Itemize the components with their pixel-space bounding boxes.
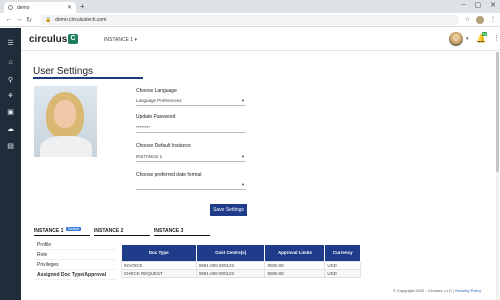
sidebar: ☰ ⌂ ⚲ ⚘ ▣ ☁ ▤ — [0, 28, 21, 300]
menu-item-role[interactable]: Role — [34, 250, 116, 260]
back-icon[interactable]: ← — [4, 16, 14, 23]
browser-toolbar: ← → ↻ 🔒 demo.circulustech.com ☆ ⋮ — [0, 13, 500, 27]
user-avatar[interactable] — [449, 32, 463, 46]
more-options-icon[interactable]: ⋮ — [493, 34, 500, 42]
lock-icon: 🔒 — [45, 16, 52, 23]
home-icon[interactable]: ⌂ — [6, 58, 15, 67]
dropdown-caret-icon: ▼ — [241, 98, 245, 103]
browser-profile-avatar[interactable] — [476, 15, 484, 24]
page-title: User Settings — [33, 66, 94, 77]
browser-tab[interactable]: demo ✕ — [4, 2, 76, 13]
tab-instance-2[interactable]: INSTANCE 2 — [94, 228, 123, 234]
approval-table: Doc Type Cost Centre(s) Approval Limits … — [121, 245, 361, 278]
scrollbar-thumb[interactable] — [496, 52, 499, 172]
profile-photo[interactable] — [34, 86, 97, 157]
language-select[interactable]: Language Preferences ▼ — [136, 97, 246, 106]
default-instance-select[interactable]: INSTANCE 1 ▼ — [136, 153, 246, 162]
reload-icon[interactable]: ↻ — [24, 16, 34, 24]
copyright-text: © Copyright 2020 - Circulus, LLC | — [393, 288, 454, 293]
instance-selector[interactable]: INSTANCE 1 ▾ — [104, 37, 137, 43]
menu-icon[interactable]: ☰ — [6, 38, 15, 47]
tab-instance-1[interactable]: INSTANCE 1 — [34, 228, 63, 234]
inbox-icon[interactable]: ▣ — [6, 107, 15, 116]
tab-underline — [94, 235, 150, 236]
table-cell: 9000.00 — [264, 268, 326, 278]
column-header[interactable]: Cost Centre(s) — [196, 245, 266, 261]
window-controls: – ▢ ✕ — [462, 1, 496, 9]
password-label: Update Password — [136, 114, 176, 120]
default-instance-value: INSTANCE 1 — [136, 154, 163, 159]
tab-underline — [34, 235, 90, 236]
address-bar[interactable]: 🔒 demo.circulustech.com — [40, 14, 459, 25]
security-policy-link[interactable]: Security Policy — [455, 288, 481, 293]
table-cell: USD — [324, 260, 361, 270]
column-header[interactable]: Currency — [324, 245, 361, 261]
browser-tab-title: demo — [17, 4, 30, 11]
language-label: Choose Language — [136, 88, 177, 94]
maximize-icon[interactable]: ▢ — [475, 1, 482, 9]
settings-menu: Profile Role Privileges Assigned Doc Typ… — [34, 240, 116, 280]
notification-badge: 10 — [482, 32, 488, 36]
instance-selector-label: INSTANCE 1 — [104, 37, 134, 43]
close-tab-icon[interactable]: ✕ — [67, 4, 72, 11]
document-icon[interactable]: ▤ — [6, 141, 15, 150]
tab-underline — [154, 235, 210, 236]
new-tab-button[interactable]: + — [80, 2, 85, 11]
chevron-down-icon[interactable]: ▾ — [466, 36, 469, 42]
user-search-icon[interactable]: ⚘ — [6, 91, 15, 100]
table-cell: 9000.00 — [264, 260, 326, 270]
logo-icon: C — [68, 34, 78, 44]
app-header: circulus C INSTANCE 1 ▾ ▾ 🔔 10 ⋮ — [21, 28, 500, 51]
minimize-icon[interactable]: – — [462, 1, 466, 9]
forward-icon[interactable]: → — [14, 16, 24, 23]
column-header[interactable]: Doc Type — [121, 245, 197, 261]
footer: © Copyright 2020 - Circulus, LLC | Secur… — [393, 288, 481, 293]
default-badge: Default — [66, 227, 82, 231]
dropdown-caret-icon: ▼ — [241, 154, 245, 159]
date-format-select[interactable]: ▼ — [136, 181, 246, 190]
table-cell: INVOICE — [121, 260, 197, 270]
table-cell: CHECK REQUEST — [121, 268, 197, 278]
language-select-value: Language Preferences — [136, 98, 182, 103]
globe-icon — [8, 5, 13, 10]
menu-item-profile[interactable]: Profile — [34, 240, 116, 250]
table-cell: 0691.000.900123 — [195, 268, 266, 278]
table-row[interactable]: CHECK REQUEST 0691.000.900123 9000.00 US… — [121, 268, 361, 278]
date-format-label: Choose preferred date format — [136, 172, 202, 178]
address-url: demo.circulustech.com — [55, 16, 107, 23]
table-row[interactable]: INVOICE 0691.000.900123 9000.00 USD — [121, 260, 361, 270]
tab-instance-3[interactable]: INSTANCE 3 — [154, 228, 183, 234]
cloud-upload-icon[interactable]: ☁ — [6, 124, 15, 133]
title-underline — [33, 77, 143, 79]
search-icon[interactable]: ⚲ — [6, 75, 15, 84]
password-field[interactable]: ******** — [136, 124, 246, 133]
default-instance-label: Choose Default Instance — [136, 143, 191, 149]
menu-item-assigned-doc-type[interactable]: Assigned Doc Type/Approval — [34, 270, 116, 280]
save-settings-button[interactable]: Save Settings — [210, 204, 247, 216]
table-cell: USD — [324, 268, 361, 278]
menu-item-privileges[interactable]: Privileges — [34, 260, 116, 270]
close-window-icon[interactable]: ✕ — [490, 1, 496, 9]
browser-tabbar: demo ✕ + – ▢ ✕ — [0, 0, 500, 13]
password-value: ******** — [136, 125, 151, 130]
dropdown-caret-icon: ▼ — [241, 182, 245, 187]
browser-menu-icon[interactable]: ⋮ — [490, 16, 496, 24]
table-cell: 0691.000.900123 — [195, 260, 266, 270]
logo-text: circulus — [29, 34, 68, 45]
star-icon[interactable]: ☆ — [465, 16, 470, 24]
column-header[interactable]: Approval Limits — [264, 245, 326, 261]
